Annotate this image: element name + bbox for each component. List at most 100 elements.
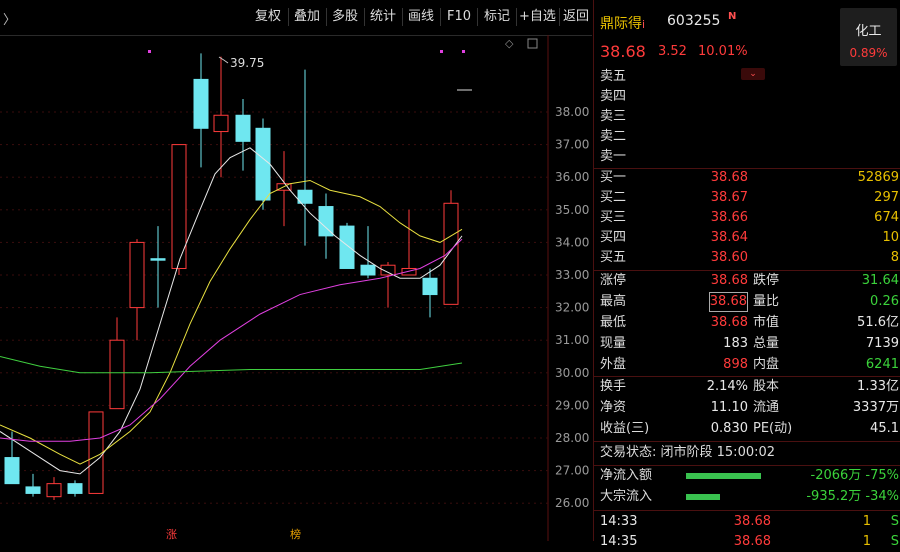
maximize-icon[interactable] xyxy=(527,38,538,49)
quote-panel: 鼎际得i 603255 N 38.68 3.52 10.01% 化工 0.89%… xyxy=(593,0,900,549)
toolbar-divider xyxy=(559,8,560,26)
toolbar-button-f10[interactable]: F10 xyxy=(447,9,471,25)
ask-level[interactable]: 卖五 xyxy=(594,67,900,87)
stock-name: 鼎际得i xyxy=(600,16,646,32)
toolbar-button-stats[interactable]: 统计 xyxy=(370,9,396,25)
price-axis-label: 35.00 xyxy=(555,203,589,217)
price-change: 3.52 xyxy=(658,44,687,59)
ask-label: 卖三 xyxy=(600,109,627,124)
flow-row: 大宗流入 -935.2万 -34% xyxy=(594,487,900,507)
tick-volume: 1 xyxy=(862,534,871,549)
candle-down xyxy=(235,114,251,142)
bid-price: 38.64 xyxy=(710,230,748,245)
high-pointer xyxy=(218,56,229,64)
stat-row: 外盘 898 内盘 6241 xyxy=(594,355,900,375)
tick-volume: 1 xyxy=(862,514,871,529)
price-axis-labels: 38.00 37.00 36.00 35.00 34.00 33.00 32.00 31.00… xyxy=(555,105,589,510)
ask-level[interactable]: 卖一 xyxy=(594,147,900,167)
tick-time: 14:33 xyxy=(600,514,638,529)
bid-level[interactable]: 买二 38.67 297 xyxy=(594,188,900,208)
bid-label: 买四 xyxy=(600,230,627,245)
fundamental-label: 流通 xyxy=(753,400,780,415)
bid-volume: 674 xyxy=(874,210,899,225)
price-axis-label: 38.00 xyxy=(555,105,589,119)
stat-value: 38.68 xyxy=(708,292,748,312)
toolbar-button-back[interactable]: 返回 xyxy=(563,9,589,25)
stat-value: 0.26 xyxy=(870,294,899,309)
stat-value: 898 xyxy=(723,357,748,372)
toolbar-button-overlay[interactable]: 叠加 xyxy=(294,9,320,25)
kline-chart[interactable]: 38.00 37.00 36.00 35.00 34.00 33.00 32.00 31.00… xyxy=(0,35,592,541)
bid-level[interactable]: 买五 38.60 8 xyxy=(594,248,900,268)
fundamental-value: 0.830 xyxy=(710,421,748,436)
toolbar-button-mark[interactable]: 标记 xyxy=(484,9,510,25)
last-price: 38.68 xyxy=(600,42,646,61)
candle-down xyxy=(422,277,438,296)
ask-label: 卖四 xyxy=(600,89,627,104)
divider xyxy=(594,510,900,511)
candle-up xyxy=(129,241,145,309)
candle-down xyxy=(67,483,83,494)
tick-price: 38.68 xyxy=(733,534,771,549)
tick-row: 14:35 38.68 1 S xyxy=(594,532,900,552)
toolbar-button-draw[interactable]: 画线 xyxy=(408,9,434,25)
signal-dot xyxy=(440,50,443,53)
ranking-marker: 榜 xyxy=(290,527,301,541)
bid-label: 买一 xyxy=(600,170,627,185)
stat-value: 31.64 xyxy=(861,273,899,288)
toolbar-button-multi[interactable]: 多股 xyxy=(332,9,358,25)
price-axis-label: 29.00 xyxy=(555,398,589,412)
trade-status: 交易状态: 闭市阶段 15:00:02 xyxy=(600,445,776,460)
high-label: 39.75 xyxy=(230,56,264,70)
price-change-pct: 10.01% xyxy=(698,44,748,59)
ma10-line xyxy=(0,179,463,465)
ask-level[interactable]: 卖二 xyxy=(594,127,900,147)
bid-level[interactable]: 买三 38.66 674 xyxy=(594,208,900,228)
bid-level[interactable]: 买四 38.64 10 xyxy=(594,228,900,248)
toolbar-divider xyxy=(516,8,517,26)
toolbar-divider xyxy=(477,8,478,26)
toolbar-divider xyxy=(288,8,289,26)
toolbar-divider xyxy=(440,8,441,26)
bid-volume: 52869 xyxy=(857,170,899,185)
limit-up-marker: 涨 xyxy=(166,528,177,541)
sector-card[interactable]: 化工 0.89% xyxy=(840,8,897,66)
ma5-line xyxy=(0,147,463,475)
stat-value: 38.68 xyxy=(710,315,748,330)
fundamental-label: PE(动) xyxy=(753,421,793,436)
sector-name: 化工 xyxy=(855,24,882,39)
flow-value: -935.2万 -34% xyxy=(806,489,899,504)
ask-level[interactable]: 卖三 xyxy=(594,107,900,127)
stat-row: 现量 183 总量 7139 xyxy=(594,334,900,354)
candle-down xyxy=(339,225,355,269)
toolbar-button-add-watchlist[interactable]: +自选 xyxy=(519,9,556,25)
tick-price: 38.68 xyxy=(733,514,771,529)
stat-label: 外盘 xyxy=(600,357,627,372)
flow-value: -2066万 -75% xyxy=(810,468,900,483)
fundamental-row: 净资 11.10 流通 3337万 xyxy=(594,398,900,418)
bid-level[interactable]: 买一 38.68 52869 xyxy=(594,168,900,188)
ma60-line xyxy=(0,356,463,374)
candle-up xyxy=(109,339,125,410)
stat-value: 38.68 xyxy=(710,273,748,288)
diamond-icon[interactable]: ◇ xyxy=(505,37,514,50)
flow-row: 净流入额 -2066万 -75% xyxy=(594,466,900,486)
flow-label: 净流入额 xyxy=(600,468,653,483)
bid-price: 38.67 xyxy=(710,190,748,205)
candle-down xyxy=(25,486,41,494)
divider xyxy=(594,441,900,442)
price-axis-label: 32.00 xyxy=(555,301,589,315)
stat-label: 现量 xyxy=(600,336,627,351)
toolbar-button-fuquan[interactable]: 复权 xyxy=(255,9,281,25)
fundamental-value: 2.14% xyxy=(706,379,748,394)
stat-value: 183 xyxy=(723,336,748,351)
bid-price: 38.60 xyxy=(710,250,748,265)
expand-arrow-icon[interactable]: 〉 xyxy=(3,9,16,28)
fundamental-label: 收益(三) xyxy=(600,421,650,436)
stat-label: 最低 xyxy=(600,315,627,330)
ask-level[interactable]: 卖四 xyxy=(594,87,900,107)
price-axis-label: 30.00 xyxy=(555,366,589,380)
toolbar-divider xyxy=(402,8,403,26)
candle-down xyxy=(4,457,20,485)
fundamental-value: 11.10 xyxy=(710,400,748,415)
